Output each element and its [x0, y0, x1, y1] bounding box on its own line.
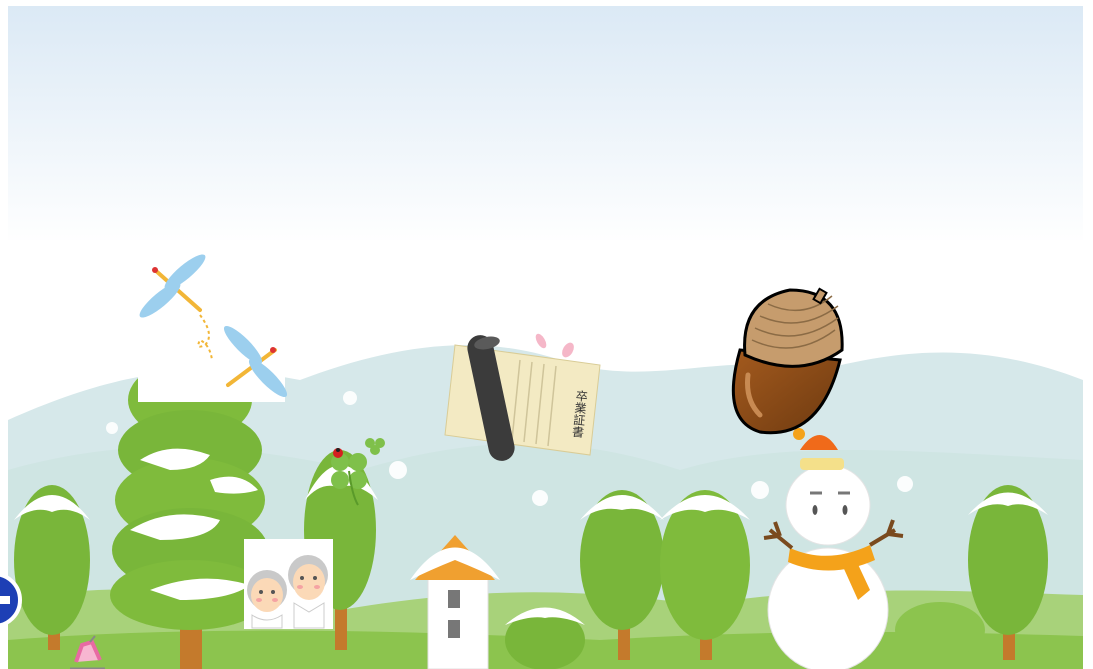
dragonflies[interactable]: [136, 250, 292, 402]
game-scene: 卒業証書: [0, 6, 1083, 669]
sky: [8, 6, 1083, 246]
bush: [505, 607, 585, 669]
bush-right: [895, 602, 985, 658]
grandparents[interactable]: [244, 539, 333, 629]
